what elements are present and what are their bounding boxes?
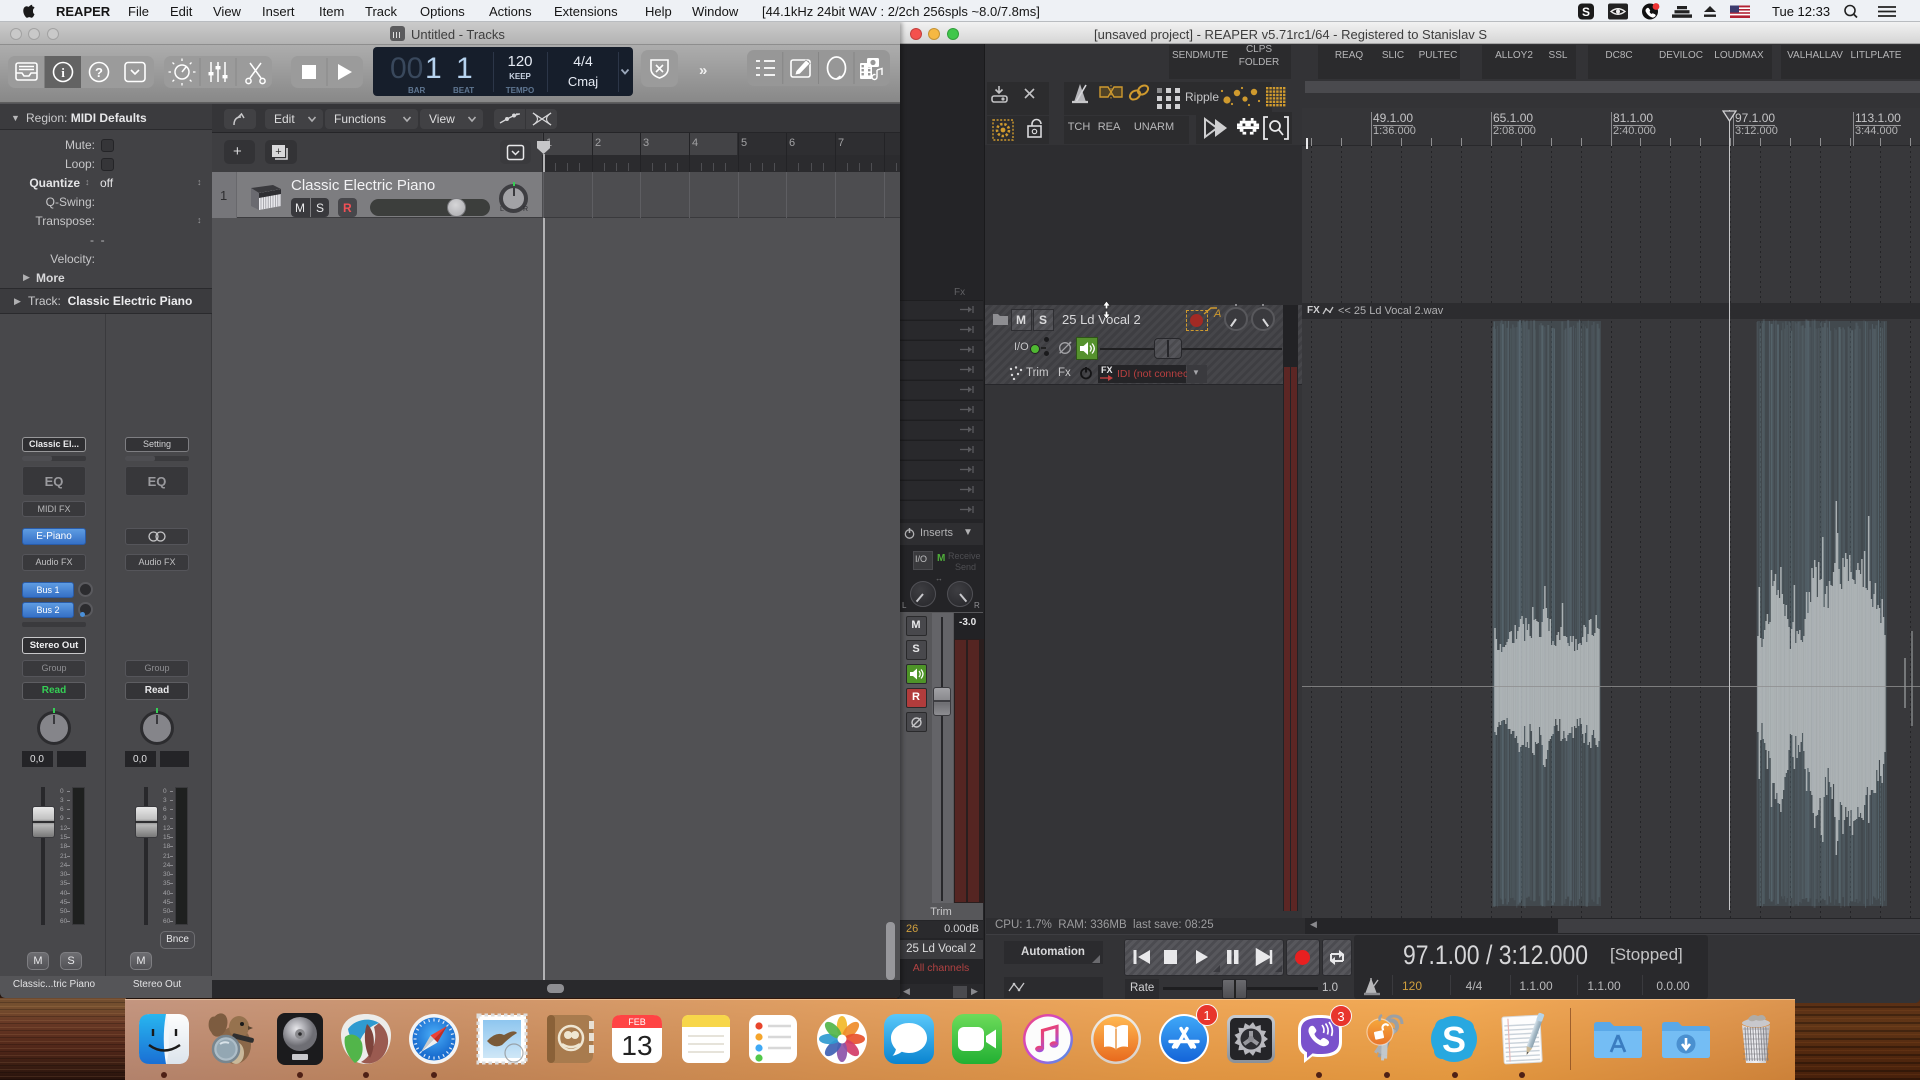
svg-text:S: S xyxy=(1582,5,1590,19)
svg-text:Ripple: Ripple xyxy=(1185,90,1219,104)
svg-text:A: A xyxy=(1213,308,1221,318)
svg-text:13: 13 xyxy=(621,1030,652,1061)
svg-text:S: S xyxy=(1442,1019,1466,1060)
svg-text:i: i xyxy=(61,65,65,80)
svg-text:FEB: FEB xyxy=(628,1017,646,1027)
svg-text:Tue 12:33: Tue 12:33 xyxy=(1772,4,1830,19)
svg-text:+: + xyxy=(275,146,281,158)
svg-text:?: ? xyxy=(95,65,103,80)
